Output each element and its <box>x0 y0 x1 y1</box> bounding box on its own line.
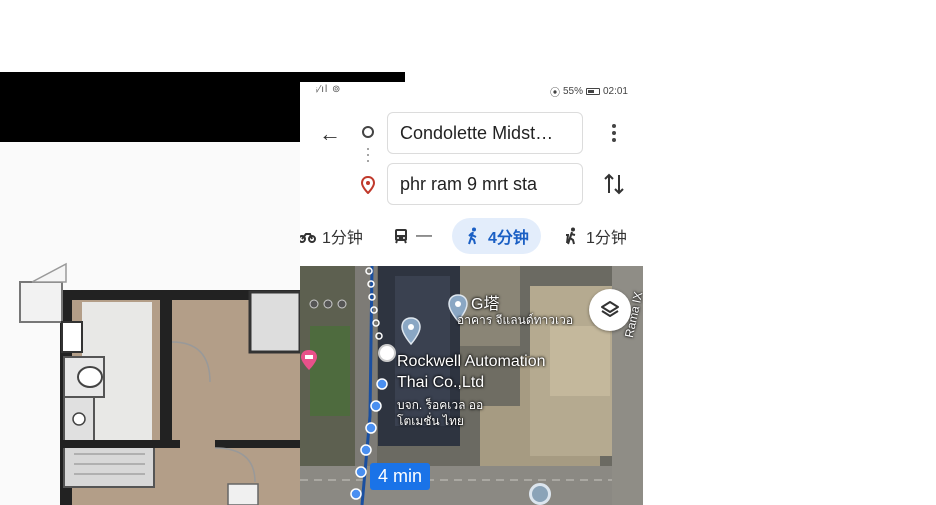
origin-circle-icon <box>362 126 374 138</box>
tab-transit[interactable]: — <box>392 218 432 254</box>
motorbike-icon <box>300 233 316 243</box>
status-bar: ᵢ⁄ıl ⊚ ⦿ 55% 02:01 <box>300 82 643 99</box>
map-label-rockwell-thai2: โตเมชั่น ไทย <box>397 414 464 428</box>
battery-icon <box>585 88 600 95</box>
map-label-rockwell: Rockwell Automation <box>397 353 546 370</box>
layers-icon <box>601 301 619 317</box>
screen: ᵢ⁄ıl ⊚ ⦿ 55% 02:01 ← Condolette Midst… p… <box>0 0 936 505</box>
more-options-icon[interactable] <box>604 118 624 148</box>
back-arrow-icon[interactable]: ← <box>316 120 344 148</box>
status-right: ⦿ 55% 02:01 <box>550 84 628 99</box>
route-start-marker <box>378 344 396 362</box>
floor-plan-image <box>0 142 300 505</box>
rideshare-icon <box>566 227 576 245</box>
map-label-g-tower-thai: อาคาร จีแลนด์ทาวเวอ <box>457 313 574 327</box>
battery-percent: 55% <box>562 86 583 97</box>
signal-wifi-icon: ᵢ⁄ıl ⊚ <box>316 84 342 95</box>
walk-icon <box>468 227 477 245</box>
route-duration-badge[interactable]: 4 min <box>370 463 431 490</box>
tab-walking[interactable]: 4分钟 <box>452 218 541 254</box>
hotel-pin-icon[interactable] <box>300 349 318 371</box>
tab-motorbike[interactable]: 1分钟 <box>300 218 363 254</box>
route-connector-dots <box>366 148 370 170</box>
travel-mode-tabs: 1分钟 — 4分钟 1分钟 <box>300 218 643 254</box>
tab-rideshare[interactable]: 1分钟 <box>562 218 627 254</box>
poi-pin-icon[interactable] <box>400 317 422 345</box>
tab-walking-label: 4分钟 <box>488 230 529 247</box>
maps-phone-screen: ᵢ⁄ıl ⊚ ⦿ 55% 02:01 ← Condolette Midst… p… <box>300 82 643 505</box>
satellite-map[interactable]: G塔 อาคาร จีแลนด์ทาวเวอ Rockwell Automati… <box>300 266 643 505</box>
swap-direction-icon[interactable] <box>602 171 626 197</box>
transit-icon <box>395 229 407 244</box>
tab-rideshare-label: 1分钟 <box>586 230 627 247</box>
map-layers-button[interactable] <box>589 289 631 331</box>
origin-input[interactable]: Condolette Midst… <box>387 112 583 154</box>
map-label-rockwell-line2: Thai Co.,Ltd <box>397 374 485 391</box>
destination-input[interactable]: phr ram 9 mrt sta <box>387 163 583 205</box>
tab-motorbike-label: 1分钟 <box>322 230 363 247</box>
clock: 02:01 <box>602 86 628 97</box>
location-icon: ⦿ <box>549 88 560 99</box>
destination-pin-icon <box>360 176 376 194</box>
tab-transit-label: — <box>416 227 432 244</box>
destination-marker[interactable] <box>529 483 551 505</box>
